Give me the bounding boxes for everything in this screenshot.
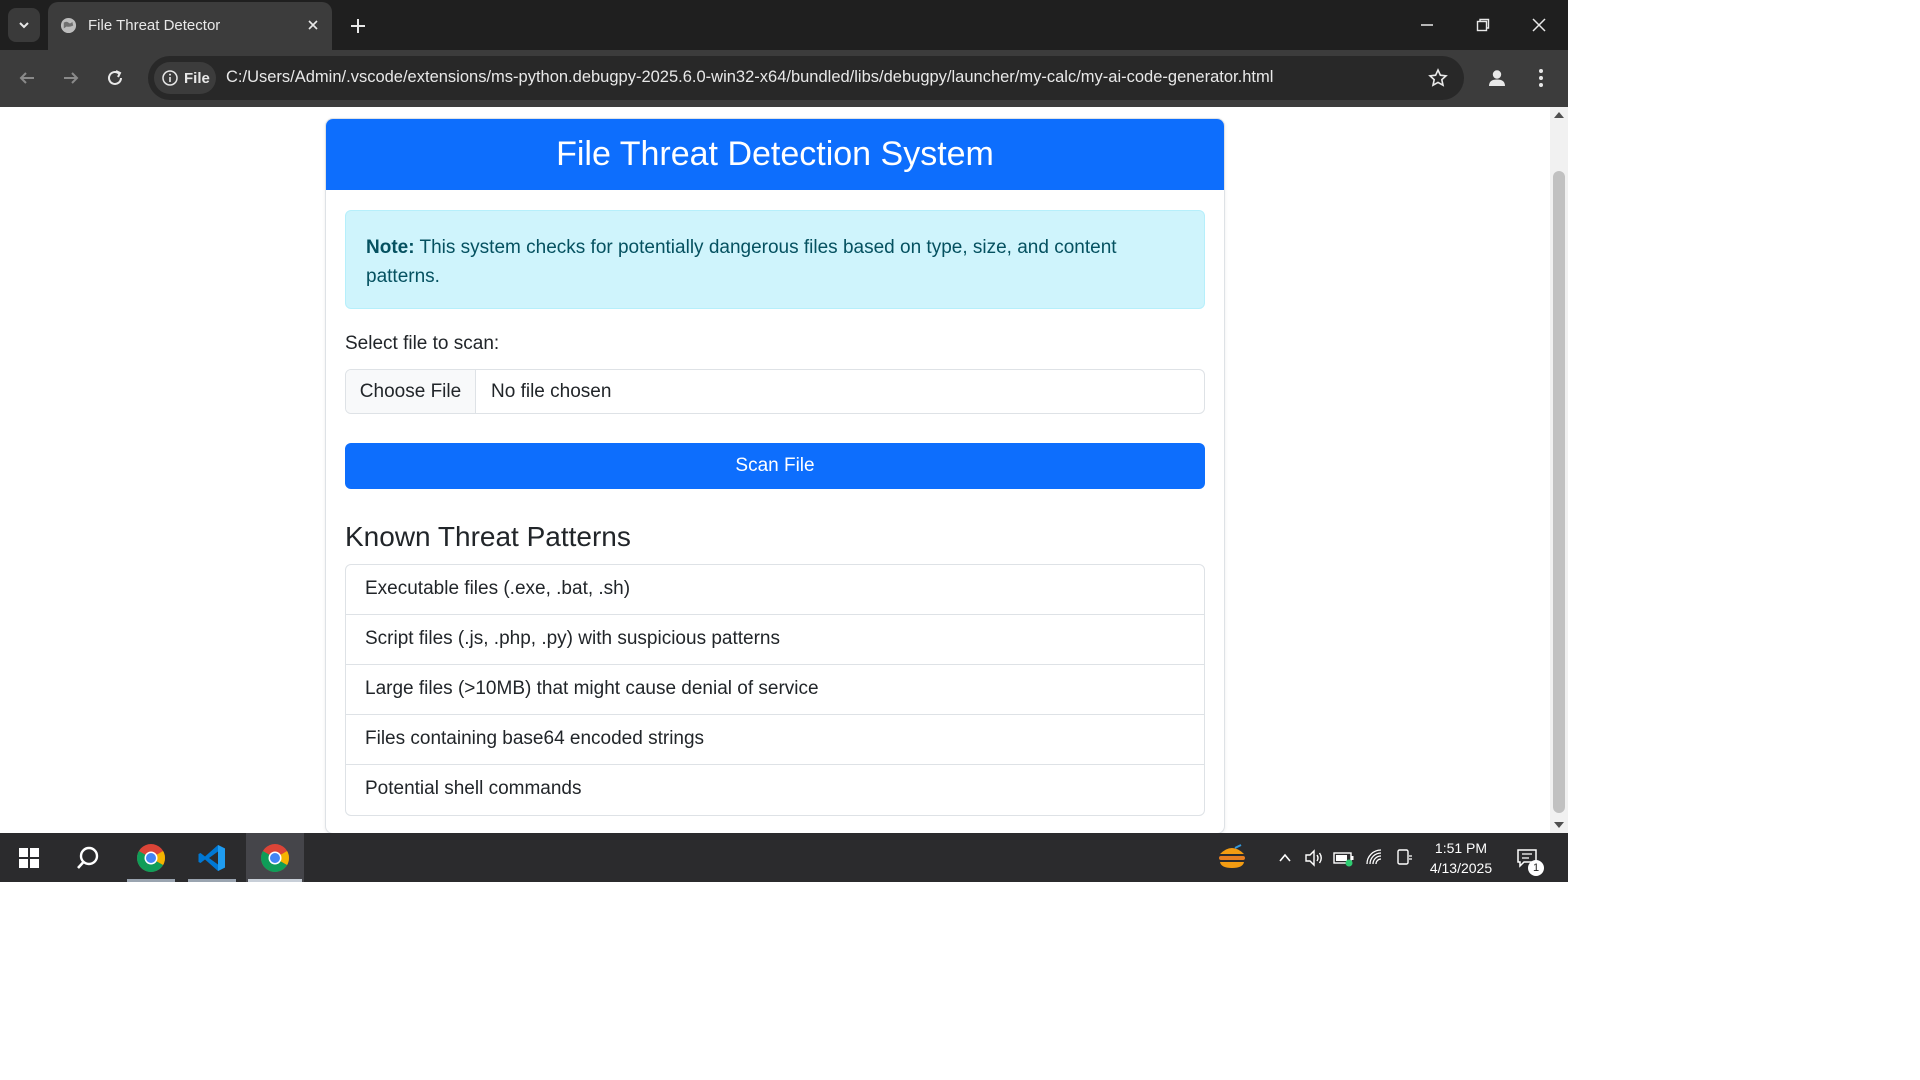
browser-menu-button[interactable] [1528,63,1554,93]
windows-taskbar: 1:51 PM 4/13/2025 1 [0,833,1568,882]
list-item: Script files (.js, .php, .py) with suspi… [346,615,1204,665]
star-icon [1428,68,1448,87]
list-item: Large files (>10MB) that might cause den… [346,665,1204,715]
tab-search-button[interactable] [8,8,40,42]
list-item: Executable files (.exe, .bat, .sh) [346,565,1204,615]
detector-card: File Threat Detection System Note: This … [325,118,1225,833]
close-icon [1532,18,1546,32]
url-text[interactable]: C:/Users/Admin/.vscode/extensions/ms-pyt… [226,68,1273,87]
taskbar-vscode-app[interactable] [186,833,238,882]
profile-button[interactable] [1482,63,1512,93]
threats-heading: Known Threat Patterns [345,521,631,552]
info-icon [162,70,178,86]
site-info-chip[interactable]: File [154,62,216,94]
burger-app-icon [1219,844,1245,868]
windows-logo-icon [19,847,39,868]
battery-icon [1333,852,1354,867]
running-indicator [127,879,175,882]
taskbar-clock[interactable]: 1:51 PM 4/13/2025 [1416,838,1506,878]
browser-tab-bar: File Threat Detector [0,0,1568,50]
clock-date: 4/13/2025 [1429,860,1493,876]
running-indicator [248,879,302,882]
choose-file-button[interactable]: Choose File [346,370,476,413]
browser-toolbar: File C:/Users/Admin/.vscode/extensions/m… [0,50,1568,107]
close-icon [308,20,318,30]
new-tab-button[interactable] [344,12,372,40]
network-button[interactable] [1364,847,1386,869]
plus-icon [351,19,365,33]
back-button[interactable] [11,62,43,94]
file-field-label: Select file to scan: [345,333,500,354]
vertical-scrollbar[interactable] [1550,107,1568,833]
running-indicator [188,879,236,882]
reload-icon [108,70,122,85]
window-close-button[interactable] [1516,6,1562,44]
vscode-icon [198,844,225,871]
search-button[interactable] [62,833,114,882]
notification-badge: 1 [1528,860,1544,876]
more-vertical-icon [1539,69,1543,87]
forward-button[interactable] [55,62,87,94]
site-chip-label: File [184,69,210,87]
file-input[interactable]: Choose File No file chosen [345,369,1205,414]
minimize-button[interactable] [1404,6,1450,44]
bookmark-button[interactable] [1426,66,1450,90]
scroll-down-arrow-icon[interactable] [1554,822,1564,828]
tray-app-icon[interactable] [1217,844,1247,870]
chevron-up-icon [1279,853,1291,862]
arrow-right-icon [64,72,79,84]
show-hidden-icons-button[interactable] [1274,847,1296,869]
chevron-down-icon [19,22,29,29]
note-alert: Note: This system checks for potentially… [345,210,1205,309]
threat-list: Executable files (.exe, .bat, .sh) Scrip… [345,564,1205,816]
start-button[interactable] [3,833,55,882]
search-icon [77,846,99,869]
scroll-up-arrow-icon[interactable] [1554,112,1564,118]
globe-icon [60,17,77,34]
tab-title: File Threat Detector [88,17,221,34]
person-icon [1489,70,1505,86]
browser-tab-active[interactable]: File Threat Detector [48,2,332,50]
list-item: Potential shell commands [365,778,582,799]
taskbar-chrome-active[interactable] [246,833,304,882]
minimize-icon [1421,24,1433,26]
wifi-icon [1366,849,1382,865]
taskbar-chrome-app[interactable] [125,833,177,882]
clock-time: 1:51 PM [1434,840,1488,856]
arrow-left-icon [19,72,34,84]
list-item: Files containing base64 encoded strings [346,715,1204,765]
chrome-icon [137,843,165,872]
chrome-icon [261,843,289,872]
file-status-text: No file chosen [491,381,612,402]
restore-icon [1476,18,1490,32]
address-bar[interactable]: File C:/Users/Admin/.vscode/extensions/m… [148,56,1464,100]
scan-file-button[interactable]: Scan File [345,443,1205,489]
tab-close-button[interactable] [302,14,324,36]
tablet-mode-icon [1397,849,1412,865]
device-button[interactable] [1393,847,1415,869]
speaker-icon [1305,849,1322,867]
note-label: Note: [366,237,415,258]
page-title: File Threat Detection System [556,135,994,173]
restore-button[interactable] [1460,6,1506,44]
page-viewport: File Threat Detection System Note: This … [0,107,1550,833]
reload-button[interactable] [99,62,131,94]
volume-button[interactable] [1303,847,1325,869]
card-header: File Threat Detection System [326,119,1224,190]
note-text: This system checks for potentially dange… [366,237,1117,287]
battery-button[interactable] [1333,847,1355,869]
scroll-thumb[interactable] [1553,171,1565,813]
